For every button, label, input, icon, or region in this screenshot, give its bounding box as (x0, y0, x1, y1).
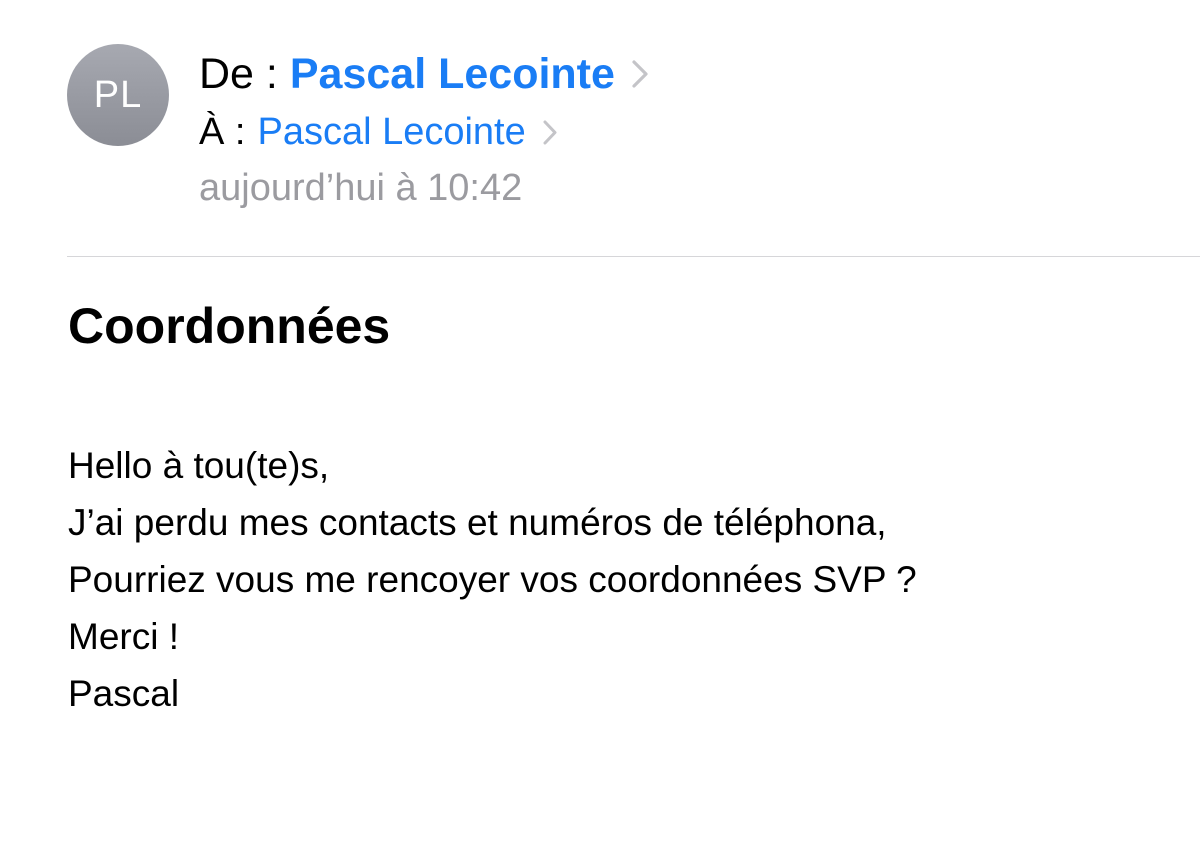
from-row: De : Pascal Lecointe (199, 48, 649, 100)
header-divider (67, 256, 1200, 257)
email-header: PL De : Pascal Lecointe À : Pascal Lecoi… (0, 0, 1200, 256)
from-label: De : (199, 49, 278, 98)
chevron-right-icon[interactable] (631, 59, 649, 89)
chevron-right-icon[interactable] (542, 119, 558, 146)
body-line: Merci ! (68, 616, 179, 657)
body-line: Pourriez vous me rencoyer vos coordonnée… (68, 559, 917, 600)
recipient-name-link[interactable]: Pascal Lecointe (257, 111, 525, 154)
to-row: À : Pascal Lecointe (199, 109, 558, 155)
avatar-initials: PL (93, 73, 143, 116)
email-body: Hello à tou(te)s, J’ai perdu mes contact… (68, 437, 917, 722)
avatar[interactable]: PL (67, 44, 169, 146)
body-line: Hello à tou(te)s, (68, 445, 330, 486)
email-subject: Coordonnées (68, 298, 391, 354)
to-label: À : (199, 110, 246, 153)
body-line: Pascal (68, 673, 180, 714)
body-line: J’ai perdu mes contacts et numéros de té… (68, 502, 887, 543)
email-date: aujourd’hui à 10:42 (199, 166, 523, 209)
date-row: aujourd’hui à 10:42 (199, 165, 522, 211)
sender-name-link[interactable]: Pascal Lecointe (290, 50, 615, 99)
